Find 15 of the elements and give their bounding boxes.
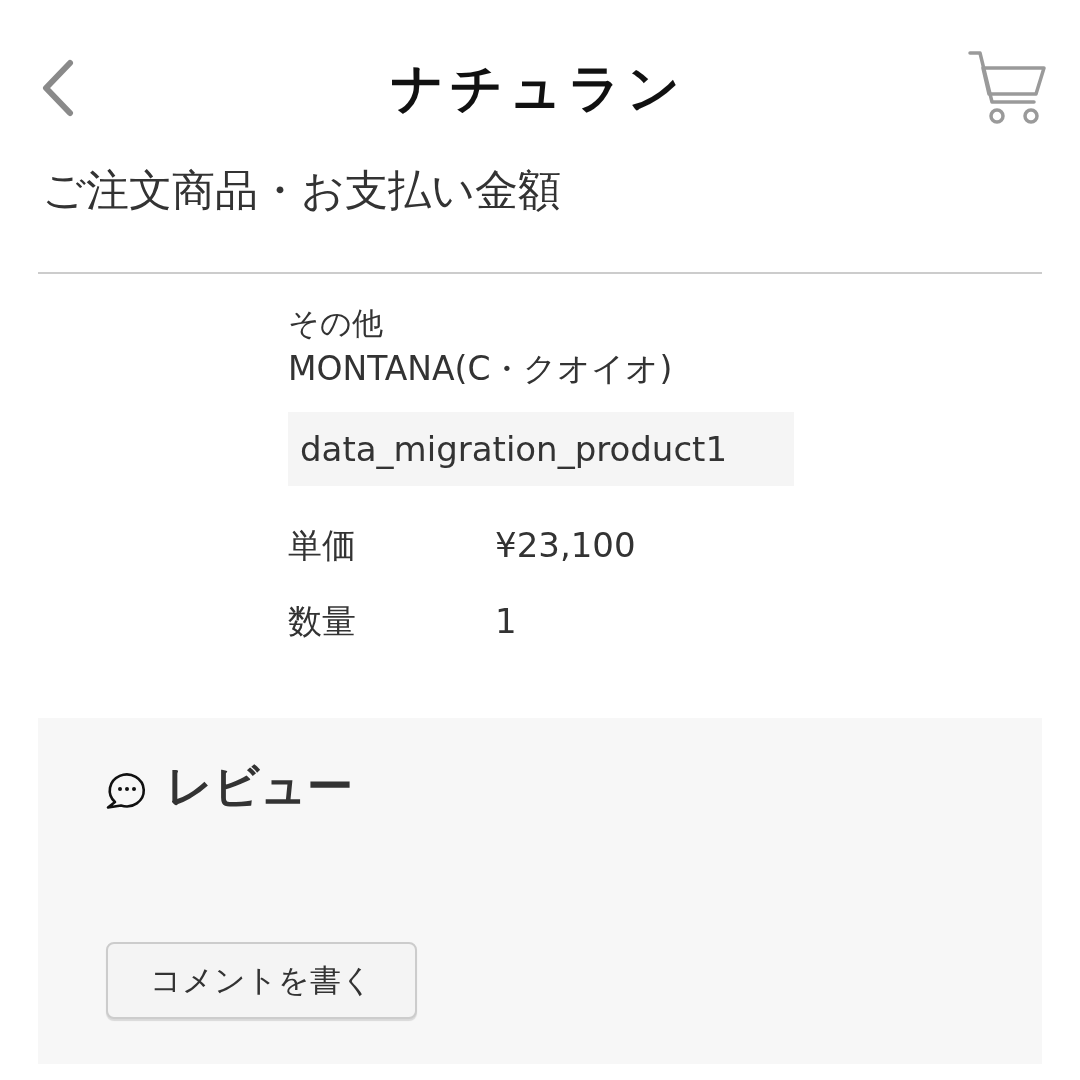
product-name: MONTANA(C・クオイオ) [288, 348, 673, 390]
detail-label: 単価 [288, 524, 357, 567]
speech-bubble-icon [106, 770, 146, 810]
cart-icon [968, 50, 1048, 126]
chevron-left-icon [41, 59, 75, 117]
store-logo-title: ナチュラン [390, 56, 686, 120]
write-comment-button[interactable]: コメントを書く [106, 942, 417, 1019]
product-category: その他 [288, 304, 383, 343]
product-code: data_migration_product1 [288, 412, 794, 486]
detail-value: ¥23,100 [495, 524, 636, 567]
detail-label: 数量 [288, 600, 357, 643]
section-title: ご注文商品・お支払い金額 [42, 164, 562, 217]
detail-value: 1 [495, 600, 518, 643]
cart-button[interactable] [968, 50, 1048, 126]
review-title: レビュー [166, 758, 353, 814]
